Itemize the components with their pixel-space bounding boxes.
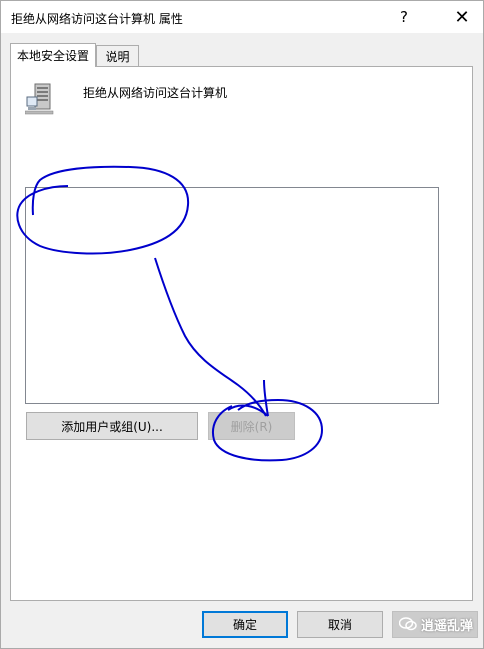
watermark-text: 逍遥乱弹 [421,618,474,634]
close-button[interactable]: ✕ [449,5,475,29]
cancel-button[interactable]: 取消 [297,611,383,638]
help-button[interactable]: ? [391,5,417,29]
remove-button[interactable]: 删除(R) [208,412,295,440]
members-listbox[interactable] [25,187,439,404]
chat-bubble-icon [399,617,417,631]
button-label: 删除(R) [230,419,273,434]
add-user-or-group-button[interactable]: 添加用户或组(U)... [26,412,198,440]
tab-explain[interactable]: 说明 [96,45,139,67]
button-label: 添加用户或组(U)... [61,419,163,434]
ok-button[interactable]: 确定 [202,611,288,638]
window-title: 拒绝从网络访问这台计算机 属性 [11,12,183,26]
watermark: 逍遥乱弹 [399,613,473,635]
tab-label: 本地安全设置 [16,49,89,63]
properties-dialog: 拒绝从网络访问这台计算机 属性 ? ✕ 本地安全设置 说明 拒绝从网络访问这台计… [0,0,484,649]
button-label: 确定 [232,618,257,632]
title-bar: 拒绝从网络访问这台计算机 属性 ? ✕ [1,1,483,33]
close-icon: ✕ [454,6,470,28]
policy-name: 拒绝从网络访问这台计算机 [83,86,228,100]
tab-panel: 拒绝从网络访问这台计算机 添加用户或组(U)... 删除(R) [10,66,473,601]
tab-label: 说明 [105,50,130,64]
tab-local-security-setting[interactable]: 本地安全设置 [10,43,96,67]
server-computer-icon [25,83,54,115]
button-label: 取消 [327,618,352,632]
help-icon: ? [400,8,408,26]
